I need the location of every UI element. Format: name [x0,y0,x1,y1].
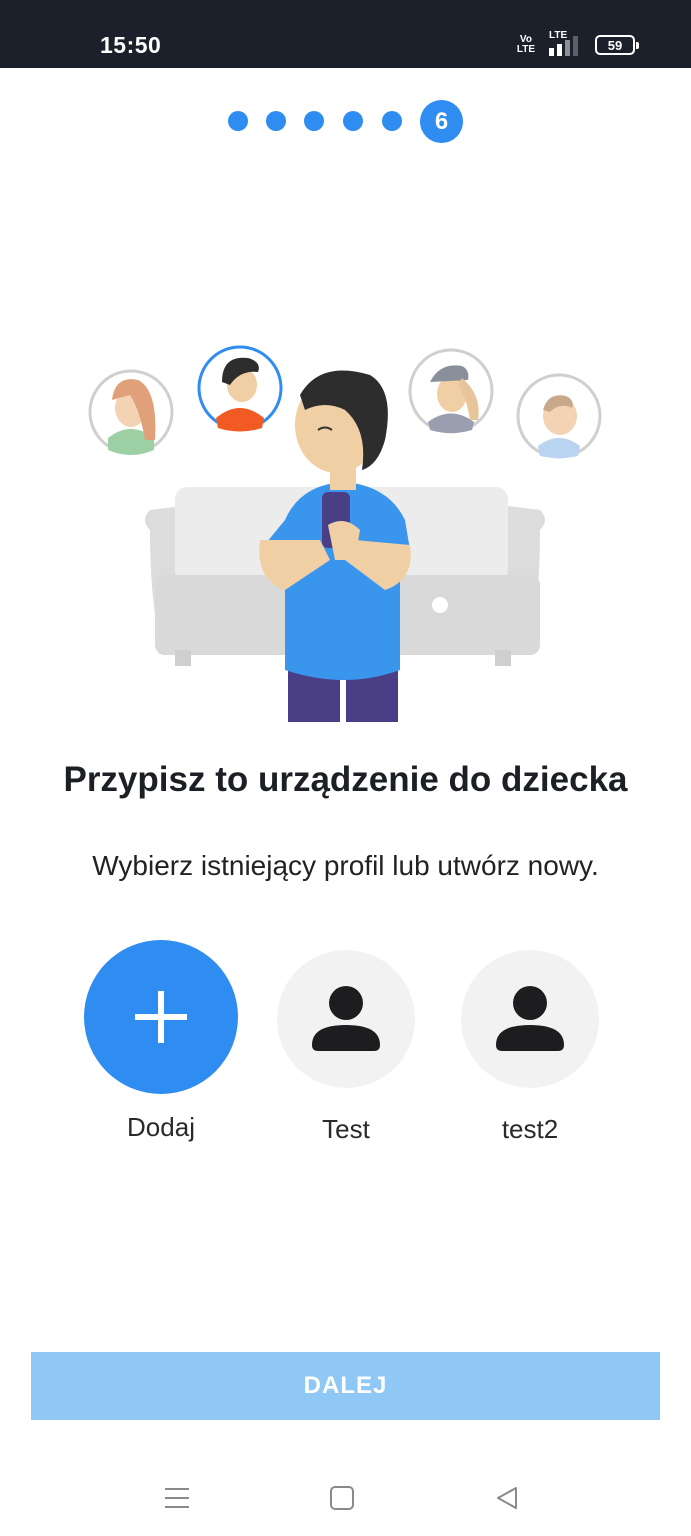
user-icon [496,986,564,1051]
step-dot [343,111,363,131]
user-icon [312,986,380,1051]
add-profile-button[interactable]: Dodaj [76,940,246,1143]
profile-test[interactable]: Test [261,940,431,1145]
home-icon [330,1486,354,1510]
status-icons: Vo LTE LTE 59 [517,30,639,56]
status-bar: 15:50 Vo LTE LTE 59 [0,0,691,68]
avatar-boy [197,345,283,432]
next-button[interactable]: DALEJ [31,1352,660,1420]
signal-icon: LTE [547,30,583,56]
volte-icon: Vo LTE [517,35,535,55]
avatar-baby [516,373,602,459]
system-nav-bar [0,1460,691,1536]
family-illustration [88,345,602,722]
profile-avatar[interactable] [277,950,415,1088]
profile-avatar[interactable] [461,950,599,1088]
step-indicator: 6 [0,100,691,143]
avatar-girl [88,369,174,455]
home-button[interactable] [322,1478,362,1518]
step-current: 6 [420,100,463,143]
avatar-teen [408,348,494,434]
step-dot [382,111,402,131]
step-dot [228,111,248,131]
plus-icon [135,991,187,1043]
back-icon [497,1487,517,1509]
step-dot [304,111,324,131]
step-dot [266,111,286,131]
add-profile-circle[interactable] [84,940,238,1094]
volte-bottom-text: LTE [516,44,535,55]
profile-label-test: Test [322,1114,370,1144]
battery-icon: 59 [595,35,639,55]
page-subtitle: Wybierz istniejący profil lub utwórz now… [92,850,599,881]
back-button[interactable] [487,1478,527,1518]
parent-figure [259,370,411,722]
status-time: 15:50 [100,32,162,58]
menu-icon [165,1488,189,1508]
profile-label-add: Dodaj [127,1112,195,1142]
profile-label-test2: test2 [501,1114,559,1144]
battery-level: 59 [607,37,623,53]
profile-test2[interactable]: test2 [445,940,615,1145]
menu-button[interactable] [157,1478,197,1518]
page-title: Przypisz to urządzenie do dziecka [63,760,628,799]
